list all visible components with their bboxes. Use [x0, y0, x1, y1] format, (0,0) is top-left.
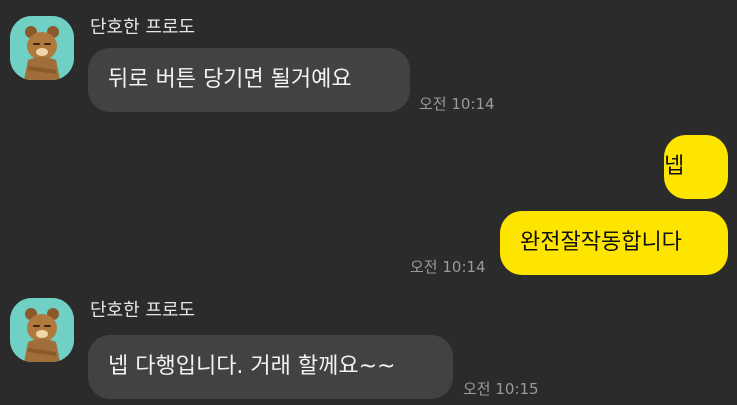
message-timestamp: 오전 10:14 [419, 95, 495, 113]
sender-name: 단호한 프로도 [90, 17, 196, 38]
message-bubble[interactable]: 뒤로 버튼 당기면 될거예요 [88, 48, 410, 112]
sender-name: 단호한 프로도 [90, 300, 196, 321]
message-bubble[interactable]: 넵 [664, 135, 728, 199]
message-bubble[interactable]: 넵 다행입니다. 거래 할께요~~ [88, 335, 453, 399]
avatar-bear-icon[interactable] [10, 16, 74, 80]
avatar-bear-icon[interactable] [10, 298, 74, 362]
message-timestamp: 오전 10:14 [410, 258, 486, 276]
message-timestamp: 오전 10:15 [463, 380, 539, 398]
message-bubble[interactable]: 완전잘작동합니다 [500, 211, 728, 275]
